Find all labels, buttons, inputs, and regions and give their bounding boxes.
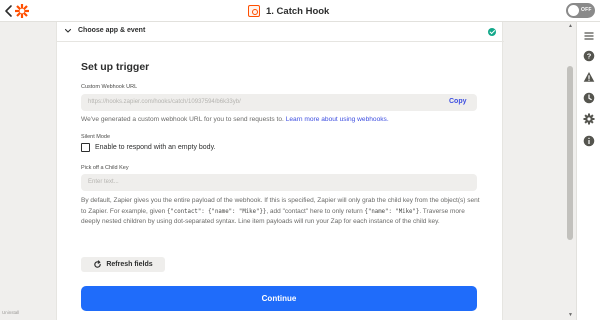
- clock-icon[interactable]: [583, 91, 595, 104]
- continue-label: Continue: [261, 294, 297, 303]
- continue-button[interactable]: Continue: [81, 286, 477, 311]
- info-icon[interactable]: [583, 134, 595, 147]
- webhook-help-link[interactable]: Learn more about using webhooks.: [286, 116, 389, 123]
- copy-button[interactable]: Copy: [449, 98, 467, 105]
- child-key-description: By default, Zapier gives you the entire …: [81, 196, 481, 228]
- scrollbar[interactable]: ▲ ▼: [565, 22, 576, 320]
- zap-title[interactable]: 1. Catch Hook: [248, 3, 329, 19]
- check-circle-icon: [488, 28, 496, 36]
- alert-icon[interactable]: [583, 70, 595, 82]
- footer-text: Uninstall: [2, 310, 20, 315]
- help-icon[interactable]: ?: [583, 49, 595, 62]
- desc-code-2: {"name": "Mike"}: [364, 208, 420, 215]
- zap-on-off-toggle[interactable]: OFF: [566, 3, 595, 18]
- page-title: 1. Catch Hook: [266, 5, 330, 17]
- list-icon[interactable]: [583, 29, 595, 41]
- scroll-thumb[interactable]: [567, 66, 573, 240]
- silent-mode-checkbox[interactable]: [81, 143, 90, 152]
- editor-panel: Choose app & event Set up trigger Custom…: [56, 22, 504, 320]
- refresh-icon: [93, 256, 102, 274]
- silent-mode-label: Silent Mode: [81, 134, 111, 140]
- desc-code-1: {"contact": {"name": "Mike"}}: [167, 208, 267, 215]
- refresh-fields-button[interactable]: Refresh fields: [81, 257, 165, 272]
- scroll-up-icon[interactable]: ▲: [567, 23, 574, 29]
- desc-text-2: , add "contact" here to only return: [266, 207, 365, 215]
- child-key-placeholder: Enter text...: [88, 179, 119, 185]
- webhook-help: We've generated a custom webhook URL for…: [81, 115, 389, 125]
- webhook-url-value[interactable]: https://hooks.zapier.com/hooks/catch/109…: [88, 99, 241, 105]
- section-title: Choose app & event: [78, 27, 146, 34]
- webhook-url-label: Custom Webhook URL: [81, 84, 138, 90]
- silent-mode-checkbox-label[interactable]: Enable to respond with an empty body.: [95, 144, 216, 151]
- silent-mode-row[interactable]: Enable to respond with an empty body.: [81, 143, 216, 152]
- child-key-input[interactable]: Enter text...: [81, 174, 477, 191]
- webhook-url-field[interactable]: https://hooks.zapier.com/hooks/catch/109…: [81, 94, 477, 111]
- svg-text:?: ?: [587, 52, 592, 61]
- webhook-help-text: We've generated a custom webhook URL for…: [81, 116, 286, 123]
- gear-icon[interactable]: [583, 112, 595, 125]
- top-bar: 1. Catch Hook OFF: [0, 0, 600, 22]
- right-tool-rail: ?: [576, 22, 600, 320]
- zapier-logo-icon[interactable]: [14, 3, 30, 19]
- catch-hook-icon: [248, 5, 260, 17]
- trigger-heading: Set up trigger: [81, 61, 150, 73]
- child-key-label: Pick off a Child Key: [81, 165, 129, 171]
- section-header[interactable]: Choose app & event: [57, 22, 504, 42]
- scroll-down-icon[interactable]: ▼: [567, 312, 574, 318]
- refresh-fields-label: Refresh fields: [106, 261, 153, 268]
- toggle-label: OFF: [581, 7, 592, 13]
- chevron-down-icon[interactable]: [64, 26, 72, 36]
- toggle-knob: [568, 5, 579, 16]
